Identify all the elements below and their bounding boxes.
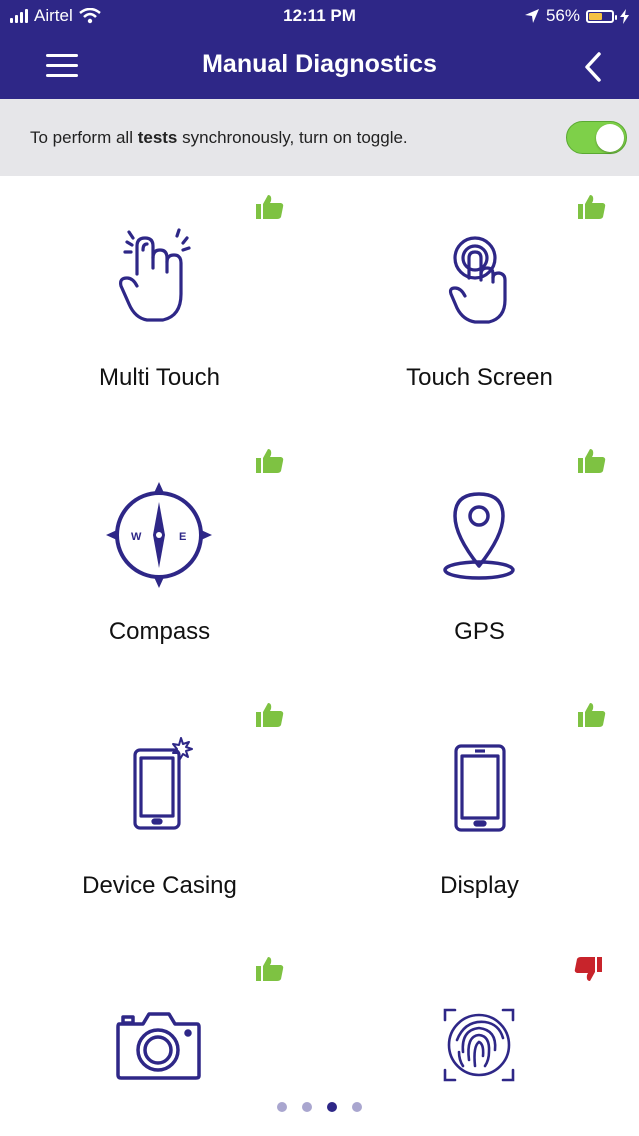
battery-percent: 56%	[545, 6, 580, 25]
test-tile-fingerprint[interactable]	[320, 938, 639, 1098]
touch-screen-icon	[448, 236, 507, 324]
sync-toggle[interactable]	[566, 121, 627, 154]
compass-east-letter: E	[179, 531, 186, 543]
charging-bolt-icon	[620, 8, 629, 24]
test-tile-device-casing[interactable]: Device Casing	[0, 684, 319, 938]
device-casing-icon	[133, 737, 193, 830]
test-tile-multi-touch[interactable]: Multi Touch	[0, 176, 319, 430]
top-bar: Airtel 12:11 PM 56% Manual Diagnostics	[0, 0, 639, 99]
test-label: Device Casing	[82, 872, 237, 899]
page-dot-4[interactable]	[352, 1102, 362, 1112]
test-tile-compass[interactable]: W E Compass	[0, 430, 319, 684]
sync-banner: To perform all tests synchronously, turn…	[0, 99, 639, 176]
test-tile-touch-screen[interactable]: Touch Screen	[320, 176, 639, 430]
gps-pin-icon	[443, 492, 515, 580]
test-label: Multi Touch	[99, 364, 220, 391]
location-arrow-icon	[524, 9, 539, 23]
thumbs-up-icon	[256, 195, 284, 219]
nav-bar: Manual Diagnostics	[0, 34, 639, 99]
test-label: Touch Screen	[406, 364, 553, 391]
test-label: Display	[440, 872, 519, 899]
thumbs-up-icon	[256, 449, 284, 473]
back-chevron-icon[interactable]	[581, 50, 605, 84]
thumbs-up-icon	[578, 449, 606, 473]
battery-icon	[586, 9, 617, 23]
thumbs-up-icon	[578, 195, 606, 219]
display-icon	[454, 744, 506, 832]
status-bar: Airtel 12:11 PM 56%	[0, 0, 639, 34]
test-tile-camera[interactable]	[0, 938, 319, 1098]
page-dot-2[interactable]	[302, 1102, 312, 1112]
banner-text: To perform all tests synchronously, turn…	[30, 128, 408, 147]
thumbs-up-icon	[256, 703, 284, 727]
page-dot-3-active[interactable]	[327, 1102, 337, 1112]
compass-icon: W E	[106, 482, 212, 588]
test-label: Compass	[108, 618, 211, 645]
test-tile-gps[interactable]: GPS	[320, 430, 639, 684]
compass-west-letter: W	[131, 531, 142, 543]
test-tile-display[interactable]: Display	[320, 684, 639, 938]
multi-touch-icon	[119, 228, 191, 322]
page-dot-1[interactable]	[277, 1102, 287, 1112]
page-indicator	[0, 1102, 639, 1112]
thumbs-up-icon	[256, 957, 284, 981]
thumbs-up-icon	[578, 703, 606, 727]
page-title: Manual Diagnostics	[202, 50, 437, 78]
thumbs-down-icon	[574, 957, 602, 981]
fingerprint-icon	[443, 1008, 515, 1082]
camera-icon	[116, 1012, 201, 1080]
test-label: GPS	[454, 618, 505, 645]
